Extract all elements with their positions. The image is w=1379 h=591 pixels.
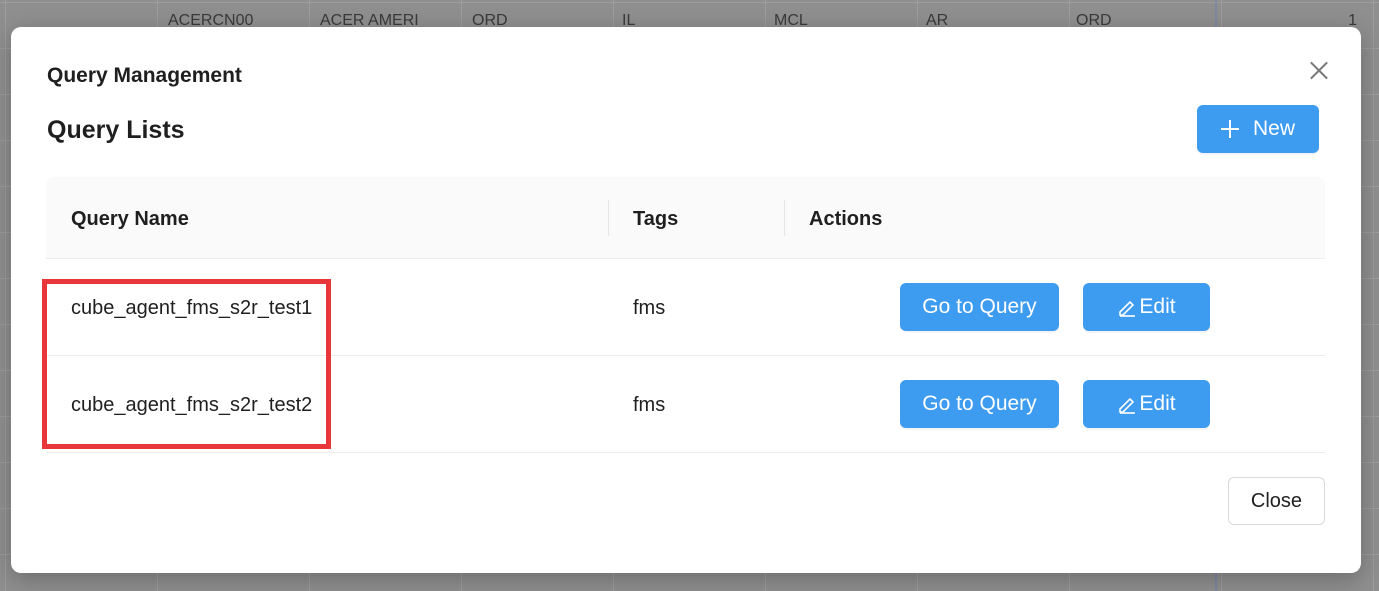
dialog-title: Query Management <box>47 64 242 87</box>
go-to-query-label: Go to Query <box>922 392 1037 415</box>
tags-cell: fms <box>633 297 666 319</box>
new-query-button[interactable]: New <box>1197 105 1319 153</box>
column-header-query-name: Query Name <box>71 208 189 230</box>
table-header: Query Name Tags Actions <box>46 177 1325 259</box>
plus-icon <box>1220 120 1239 138</box>
column-header-actions: Actions <box>809 208 883 230</box>
highlight-box <box>42 279 331 449</box>
tags-cell: fms <box>633 394 666 416</box>
go-to-query-button[interactable]: Go to Query <box>900 283 1059 331</box>
edit-button[interactable]: Edit <box>1083 380 1210 428</box>
close-icon[interactable] <box>1307 58 1331 82</box>
pencil-icon <box>1117 297 1137 317</box>
column-header-tags: Tags <box>633 208 679 230</box>
close-button[interactable]: Close <box>1228 477 1325 525</box>
edit-label: Edit <box>1139 392 1176 415</box>
new-button-label: New <box>1252 117 1295 140</box>
pencil-icon <box>1117 394 1137 414</box>
column-divider <box>608 200 609 236</box>
go-to-query-label: Go to Query <box>922 295 1037 318</box>
go-to-query-button[interactable]: Go to Query <box>900 380 1059 428</box>
column-divider <box>784 200 785 236</box>
edit-label: Edit <box>1139 295 1176 318</box>
section-title: Query Lists <box>47 116 185 144</box>
edit-button[interactable]: Edit <box>1083 283 1210 331</box>
